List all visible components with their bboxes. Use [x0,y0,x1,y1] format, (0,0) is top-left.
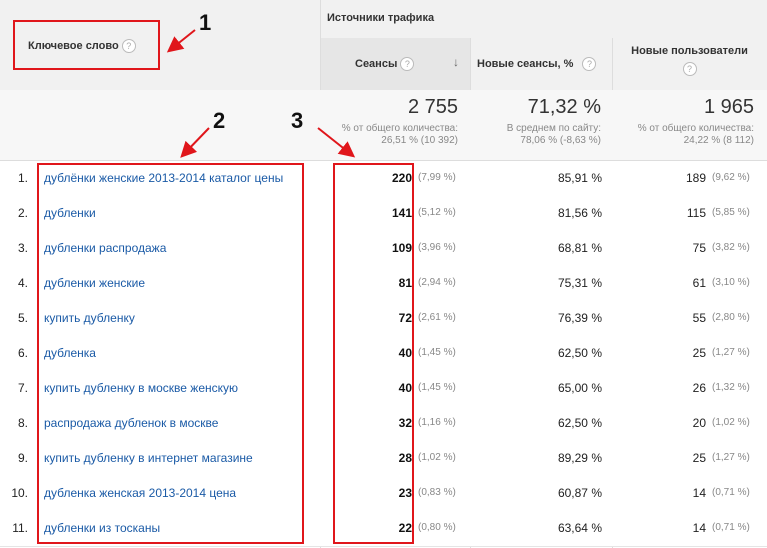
annotation-arrow-3 [317,127,356,158]
annotation-arrow-1 [166,29,196,53]
annotation-arrows [166,29,356,158]
annotation-arrow-2 [180,127,210,158]
